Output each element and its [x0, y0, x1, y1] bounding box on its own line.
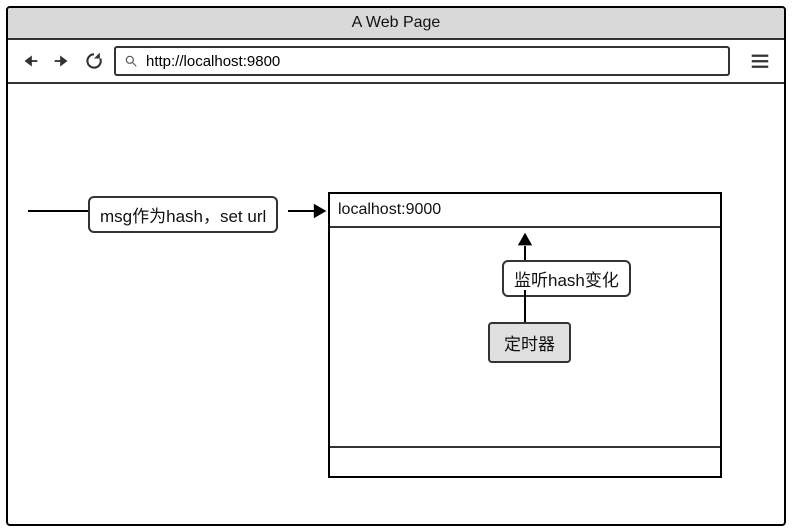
arrow-msg-tail — [28, 210, 88, 212]
reload-button[interactable] — [82, 47, 106, 75]
arrow-timer-lower — [524, 290, 526, 322]
url-input[interactable] — [144, 52, 720, 71]
window-title: A Web Page — [352, 14, 441, 32]
arrow-timer-upper — [524, 246, 526, 260]
iframe-url-text: localhost:9000 — [338, 201, 441, 219]
window-titlebar: A Web Page — [8, 8, 784, 40]
address-bar[interactable] — [114, 46, 730, 76]
listen-hash-label: 监听hash变化 — [502, 260, 631, 297]
browser-toolbar — [8, 40, 784, 84]
menu-button[interactable] — [746, 47, 774, 75]
msg-hash-label: msg作为hash，set url — [88, 196, 278, 233]
timer-text: 定时器 — [504, 335, 555, 354]
forward-button[interactable] — [50, 47, 74, 75]
listen-hash-text: 监听hash变化 — [514, 271, 619, 290]
hamburger-icon — [749, 50, 771, 72]
back-button[interactable] — [18, 47, 42, 75]
arrow-left-icon — [19, 50, 41, 72]
arrow-right-icon — [51, 50, 73, 72]
browser-window: A Web Page — [6, 6, 786, 526]
reload-icon — [84, 51, 104, 71]
iframe-footer — [330, 446, 720, 476]
msg-hash-text: msg作为hash，set url — [100, 207, 266, 226]
iframe-url-bar: localhost:9000 — [330, 194, 720, 228]
timer-box: 定时器 — [488, 322, 571, 363]
search-icon — [124, 54, 138, 68]
page-content: msg作为hash，set url localhost:9000 监听hash变… — [8, 84, 784, 524]
